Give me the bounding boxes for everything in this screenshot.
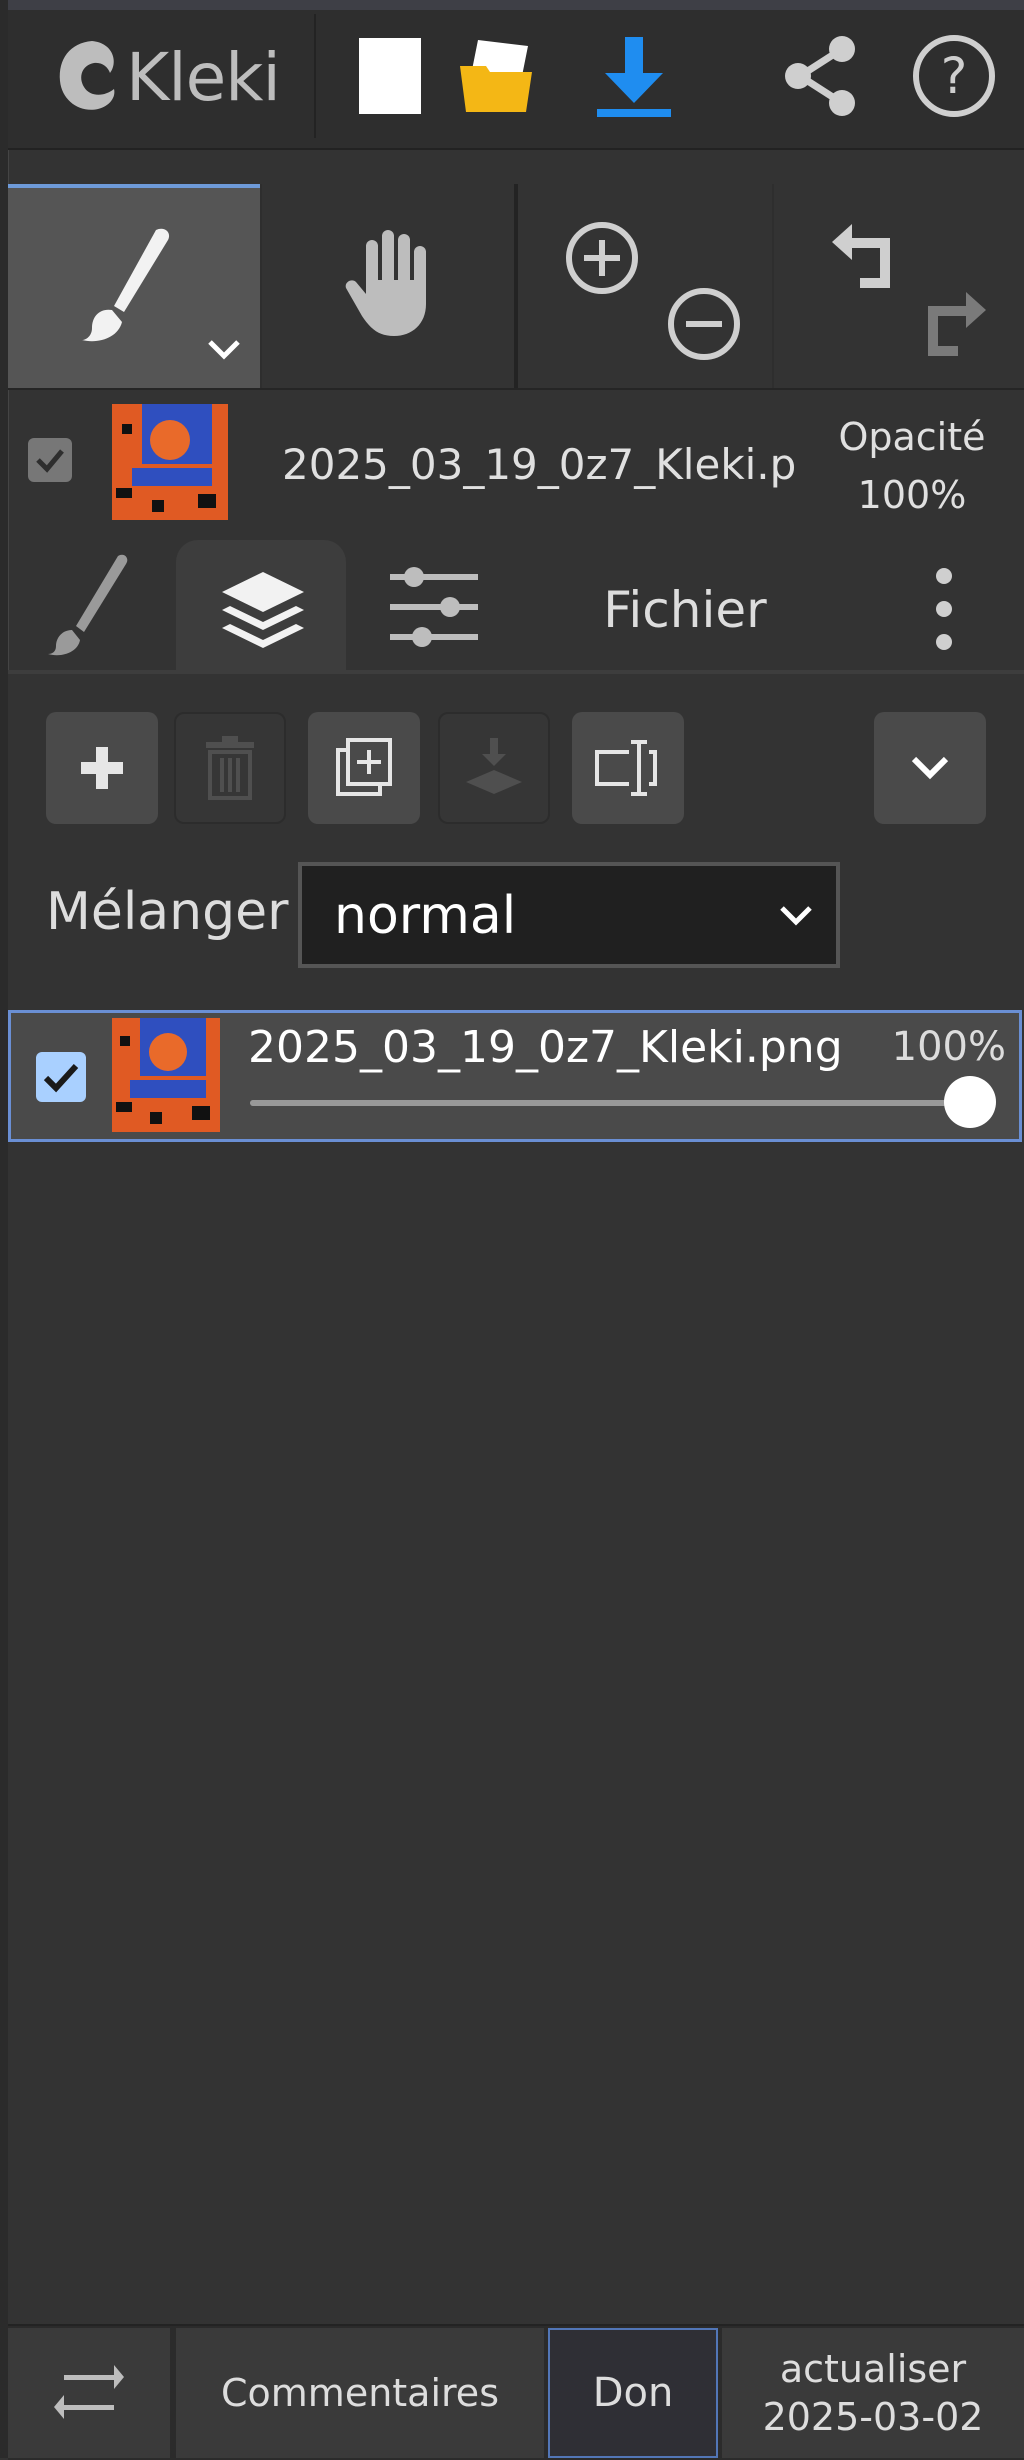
delete-layer-button[interactable] [174,712,286,824]
download-icon[interactable] [588,28,680,124]
slider-knob[interactable] [944,1076,996,1128]
preview-visibility-checkbox[interactable] [28,438,72,482]
donate-label: Don [592,2370,674,2416]
comments-button[interactable]: Commentaires [176,2328,544,2458]
duplicate-layer-button[interactable] [308,712,420,824]
layers-tab-icon [222,572,304,648]
help-icon[interactable]: ? [908,28,1000,124]
update-button[interactable]: actualiser 2025-03-02 [722,2328,1024,2458]
window-strip [8,0,1024,10]
kleki-side-panel: Kleki ? 2025_03_19_0z7_Kleki.png Opacité… [0,0,1024,2460]
layer-opacity-value: 100% [891,1024,1006,1070]
preview-thumbnail [112,404,228,520]
share-icon[interactable] [774,28,866,124]
preview-opacity: Opacité 100% [820,408,1004,524]
tab-layers[interactable] [176,540,346,674]
zoom-in-icon[interactable] [562,218,642,298]
merge-down-button[interactable] [438,712,550,824]
delete-layer-icon [206,736,254,800]
layer-thumbnail [112,1018,220,1132]
layer-visibility-checkbox[interactable] [36,1052,86,1102]
layer-opacity-slider[interactable] [250,1100,970,1106]
app-name: Kleki [126,38,281,116]
swap-button[interactable] [8,2328,170,2458]
kleki-logo-icon [59,41,115,110]
tool-separator [514,184,518,388]
brush-tab-icon [48,554,128,656]
swap-icon [54,2365,124,2419]
history-controls [774,184,1024,388]
redo-icon[interactable] [914,284,994,364]
adjust-tab-icon [390,567,478,647]
open-folder-icon[interactable] [450,28,542,124]
tab-fichier[interactable]: Fichier [560,570,810,650]
expand-layers-button[interactable] [874,712,986,824]
blend-mode-select[interactable]: normal [298,862,840,968]
tab-adjust[interactable] [384,560,484,656]
more-options-icon[interactable] [922,564,966,654]
layer-name: 2025_03_19_0z7_Kleki.png [248,1022,843,1073]
zoom-controls [518,184,772,388]
comments-label: Commentaires [221,2371,499,2415]
rename-layer-icon [595,740,657,796]
preview-filename: 2025_03_19_0z7_Kleki.png [282,440,796,489]
hand-tool-button[interactable] [262,184,514,388]
zoom-out-icon[interactable] [664,284,744,364]
new-document-icon[interactable] [344,28,436,124]
opacity-value: 100% [857,473,967,517]
chevron-down-icon [208,340,240,360]
svg-text:?: ? [941,47,968,105]
expand-icon [911,756,949,780]
check-icon [36,449,64,473]
duplicate-layer-icon [336,738,392,796]
check-icon [43,1063,79,1093]
add-layer-button[interactable] [46,712,158,824]
opacity-label: Opacité [838,415,986,459]
blend-mode-label: Mélanger [46,882,289,942]
update-label: actualiser [779,2347,967,2391]
add-layer-icon [81,747,123,789]
kleki-logo[interactable]: Kleki [52,32,281,122]
chevron-down-icon [780,906,812,926]
hand-tool-icon [345,230,426,336]
tab-brush[interactable] [40,548,140,658]
rename-layer-button[interactable] [572,712,684,824]
top-divider [314,14,316,138]
update-date: 2025-03-02 [762,2395,984,2439]
slider-fill [250,1100,970,1106]
merge-down-icon [466,738,522,794]
undo-icon[interactable] [824,216,904,296]
blend-mode-value: normal [334,886,517,946]
donate-button[interactable]: Don [548,2328,718,2458]
brush-tool-icon [82,228,170,342]
brush-tool-button[interactable] [8,184,260,388]
top-bar: Kleki ? [8,0,1024,150]
